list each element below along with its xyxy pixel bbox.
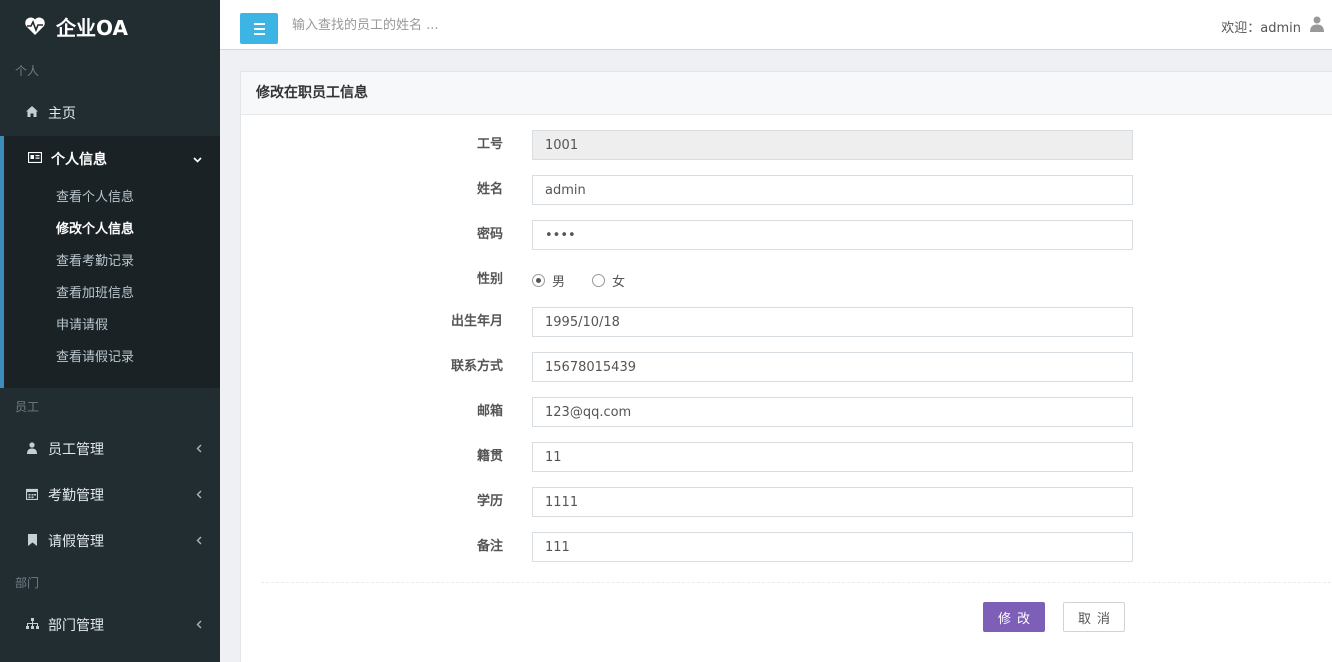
panel-title: 修改在职员工信息 [241,72,1332,115]
app-name: 企业OA [56,15,128,40]
origin-field[interactable] [532,442,1133,472]
field-label-origin: 籍贯 [476,449,503,464]
sidebar-subitem-apply-leave[interactable]: 申请请假 [4,310,220,342]
sidebar-item-label: 主页 [48,106,76,122]
app-brand[interactable]: 企业OA [0,0,220,52]
field-label-id: 工号 [476,137,503,152]
gender-radio-group: 男 女 [532,265,652,295]
chevron-left-icon [196,426,202,472]
sidebar-toggle-button[interactable] [240,13,278,44]
home-icon [25,106,39,120]
welcome-text: 欢迎：admin [1221,21,1301,36]
sidebar-item-label: 部门管理 [48,618,104,634]
field-label-phone: 联系方式 [450,359,503,374]
form-row-email: 邮箱 [241,397,1332,427]
chevron-left-icon [196,472,202,518]
chevron-left-icon [196,518,202,564]
sidebar-item-staff-management[interactable]: 员工管理 [0,426,220,472]
save-button[interactable]: 修改 [983,602,1045,632]
section-header-staff: 员工 [15,400,40,414]
sidebar-item-attendance-management[interactable]: 考勤管理 [0,472,220,518]
menu-icon-bar [253,32,265,35]
sidebar-item-department-management[interactable]: 部门管理 [0,602,220,648]
sidebar-subitem-view-attendance[interactable]: 查看考勤记录 [4,246,220,278]
password-field[interactable] [532,220,1133,250]
form-row-id: 工号 [241,130,1332,160]
form-row-phone: 联系方式 [241,352,1332,382]
calendar-icon [25,488,39,503]
email-field[interactable] [532,397,1133,427]
field-label-birth: 出生年月 [450,314,503,329]
section-header-dept: 部门 [15,576,40,590]
gender-radio-female[interactable] [592,273,606,287]
user-icon[interactable] [1310,16,1324,32]
field-label-name: 姓名 [476,182,503,197]
form-row-password: 密码 [241,220,1332,250]
form-row-education: 学历 [241,487,1332,517]
sidebar-subitem-view-overtime[interactable]: 查看加班信息 [4,278,220,310]
sidebar-item-home[interactable]: 主页 [0,90,220,136]
sidebar-item-label: 考勤管理 [48,488,104,504]
field-label-password: 密码 [476,227,503,242]
bookmark-icon [25,533,39,549]
edit-employee-panel: 修改在职员工信息 工号 姓名 密码 性别 男 女 出生年月 联系方式 邮箱 籍贯 [240,71,1332,662]
sidebar-subitem-edit-personal-info[interactable]: 修改个人信息 [4,214,220,246]
gender-option-male-label: 男 [552,274,566,290]
form-row-gender: 性别 男 女 [241,265,1332,295]
sidebar: 企业OA 个人 主页 个人信息 查看个人信息 修改个人信息 查看考勤记录 查看加… [0,0,220,662]
sidebar-subitem-view-personal-info[interactable]: 查看个人信息 [4,182,220,214]
top-bar: 欢迎：admin [220,0,1332,50]
menu-icon-bar [253,27,265,30]
sidebar-group-personal-info: 个人信息 查看个人信息 修改个人信息 查看考勤记录 查看加班信息 申请请假 查看… [0,136,220,388]
menu-icon-bar [253,22,265,25]
form-row-remark: 备注 [241,532,1332,562]
gender-option-female-label: 女 [612,274,626,290]
field-label-email: 邮箱 [476,404,503,419]
birth-date-field[interactable] [532,307,1133,337]
cancel-button[interactable]: 取消 [1063,602,1125,632]
sidebar-item-label: 请假管理 [48,534,104,550]
field-label-education: 学历 [476,494,503,509]
sidebar-item-leave-management[interactable]: 请假管理 [0,518,220,564]
id-card-icon [27,151,43,166]
heartbeat-icon [24,15,46,37]
gender-radio-male[interactable] [532,273,545,287]
sidebar-item-personal-info[interactable]: 个人信息 [4,136,220,182]
section-header-personal: 个人 [15,64,40,78]
sidebar-item-label: 员工管理 [48,442,104,458]
sidebar-item-label: 个人信息 [51,152,107,168]
sitemap-icon [25,618,39,632]
remark-field[interactable] [532,532,1133,562]
chevron-down-icon [193,136,202,182]
name-field[interactable] [532,175,1133,205]
sidebar-subitem-view-leave-records[interactable]: 查看请假记录 [4,342,220,374]
form-row-name: 姓名 [241,175,1332,205]
user-icon [25,441,39,457]
field-label-gender: 性别 [476,272,503,287]
field-label-remark: 备注 [476,539,503,554]
phone-field[interactable] [532,352,1133,382]
employee-search-input[interactable] [292,12,592,38]
education-field[interactable] [532,487,1133,517]
chevron-left-icon [196,602,202,648]
form-row-birth: 出生年月 [241,307,1332,337]
form-row-origin: 籍贯 [241,442,1332,472]
employee-id-field[interactable] [532,130,1133,160]
form-divider [261,582,1332,583]
